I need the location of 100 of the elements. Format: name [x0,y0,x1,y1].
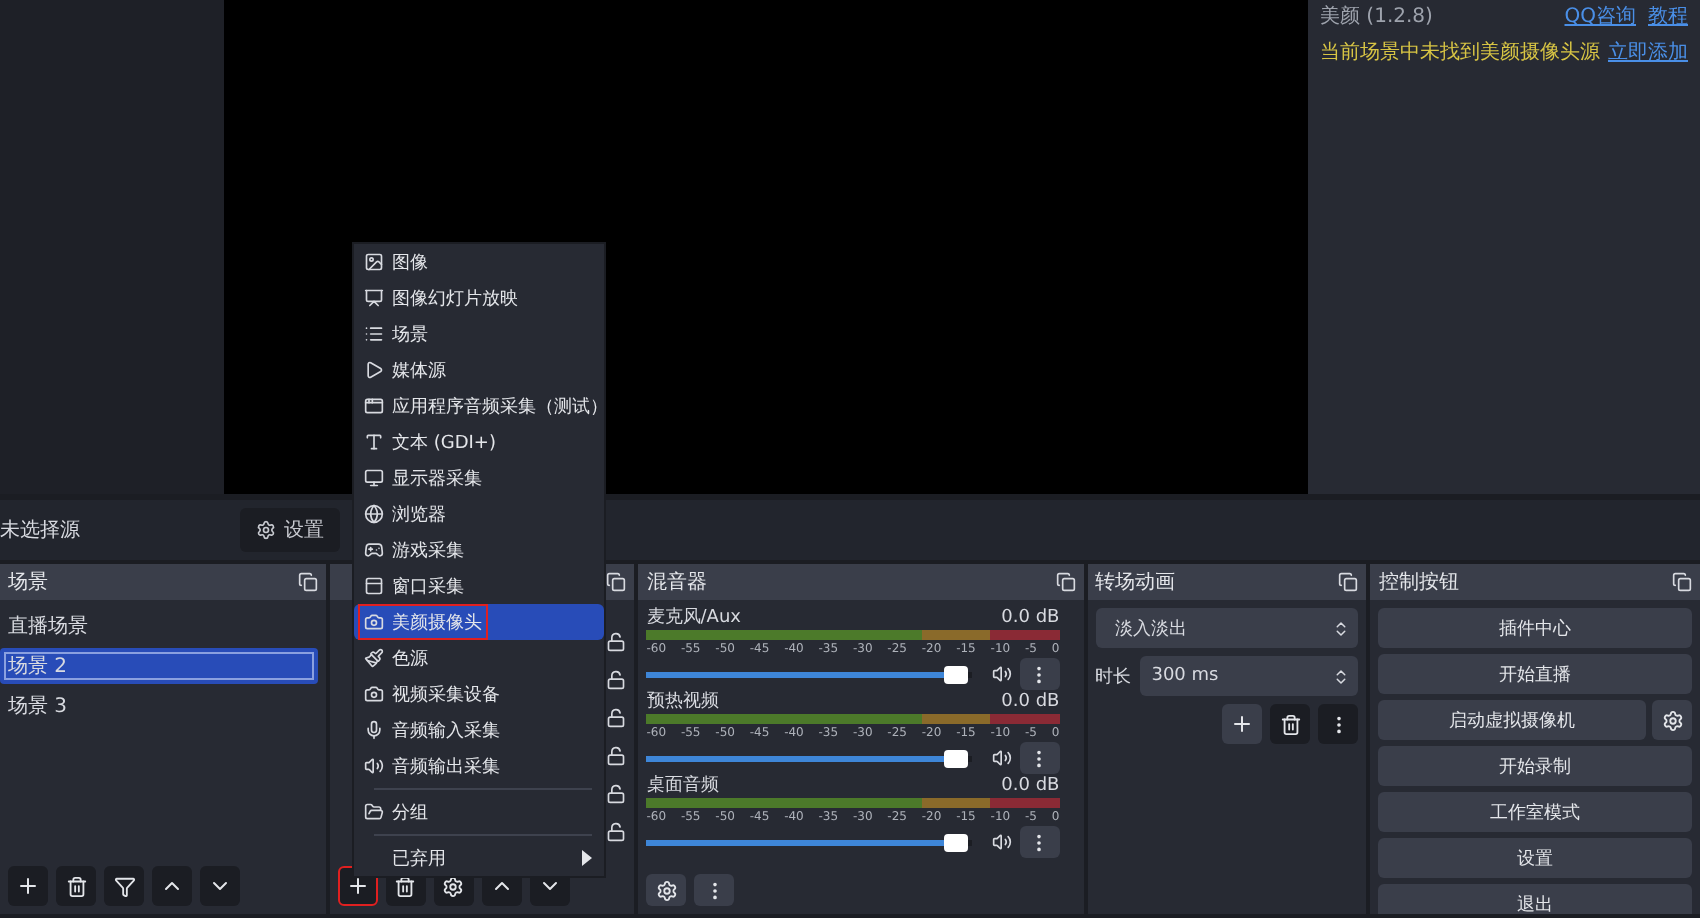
control-button[interactable]: 设置 [1378,838,1692,878]
add-button[interactable] [8,866,48,906]
slider-thumb[interactable] [943,665,968,683]
lock-icon[interactable] [606,707,627,728]
float-dock-icon[interactable] [606,572,627,592]
warning-text: 当前场景中未找到美颜摄像头源 [1320,39,1600,66]
trash-icon [65,875,87,897]
speaker-icon[interactable] [991,748,1012,768]
control-button[interactable]: 插件中心 [1378,608,1692,648]
control-button[interactable]: 开始录制 [1378,746,1692,786]
lock-icon[interactable] [606,631,627,652]
gamepad-icon [364,540,384,560]
float-dock-icon[interactable] [1055,572,1076,592]
speaker-icon [364,756,384,776]
list-icon [364,324,384,344]
transition-select[interactable]: 淡入淡出 [1095,608,1359,648]
scene-item[interactable]: 场景 3 [0,688,318,724]
channel-name: 预热视频 [646,692,719,712]
dock-title: 转场动画 [1095,570,1176,596]
gear-icon [442,875,465,897]
more-button[interactable] [1019,658,1060,690]
plus-icon [16,874,40,898]
float-dock-icon[interactable] [1672,572,1692,592]
menu-item[interactable]: 音频输入采集 [354,712,604,748]
channel-name: 麦克风/Aux [646,608,741,628]
menu-item[interactable]: 媒体源 [354,352,604,388]
monitor-icon [364,468,384,488]
camera-icon [364,612,384,632]
scene-item[interactable]: 直播场景 [0,608,318,644]
menu-item[interactable]: 分组 [354,794,604,830]
slider-thumb[interactable] [943,833,968,851]
settings-button[interactable] [646,874,687,906]
menu-item[interactable]: 浏览器 [354,496,604,532]
dock-title: 混音器 [646,569,707,596]
control-button[interactable]: 启动虚拟摄像机 [1378,700,1646,740]
plus-icon [1230,712,1255,736]
speaker-icon[interactable] [991,664,1012,684]
plugin-title: 美颜 (1.2.8) [1320,3,1433,30]
float-dock-icon[interactable] [1338,572,1359,592]
more-button[interactable] [1019,742,1060,774]
add-now-link[interactable]: 立即添加 [1608,38,1688,66]
channel-name: 桌面音频 [646,776,719,796]
folder-icon [364,802,384,822]
text-icon [364,432,384,452]
menu-item[interactable]: 显示器采集 [354,460,604,496]
slideshow-icon [364,288,384,308]
add-button[interactable] [1222,704,1263,744]
settings-button[interactable]: 设置 [240,508,340,552]
duration-label: 时长 [1095,665,1132,689]
menu-item[interactable]: 音频输出采集 [354,748,604,784]
gear-icon [655,879,678,901]
dock-title: 场景 [8,569,48,596]
trash-icon [394,875,417,897]
app-window-icon [364,396,384,416]
spinner-icon [1332,667,1351,685]
filter-icon [113,875,135,897]
float-dock-icon[interactable] [297,572,318,592]
menu-item[interactable]: 图像 [354,244,604,280]
menu-item[interactable]: 美颜摄像头 [354,604,604,640]
menu-item[interactable]: 游戏采集 [354,532,604,568]
move-down-button[interactable] [200,866,240,906]
menu-item[interactable]: 已弃用 [354,840,604,876]
window-icon [364,576,384,596]
volume-reading: 0.0 dB [1001,692,1060,712]
move-up-button[interactable] [152,866,192,906]
menu-item[interactable]: 图像幻灯片放映 [354,280,604,316]
lock-icon[interactable] [606,746,627,767]
slider-thumb[interactable] [943,749,968,767]
duration-field[interactable]: 300 ms [1139,656,1359,696]
control-button[interactable]: 工作室模式 [1378,792,1692,832]
delete-button[interactable] [1270,704,1311,744]
menu-item[interactable]: 视频采集设备 [354,676,604,712]
spinner-icon [1332,619,1351,637]
gear-icon [1661,709,1683,731]
more-button[interactable] [1318,704,1359,744]
settings-button[interactable] [1652,700,1692,740]
dock-title: 控制按钮 [1378,569,1459,596]
menu-item[interactable]: 色源 [354,640,604,676]
lock-icon[interactable] [606,669,627,690]
menu-item[interactable]: 场景 [354,316,604,352]
filter-button[interactable] [104,866,144,906]
lock-icon[interactable] [606,784,627,805]
menu-item[interactable]: 应用程序音频采集（测试） [354,388,604,424]
help-link[interactable]: 教程 [1648,2,1688,30]
more-button[interactable] [694,874,735,906]
delete-button[interactable] [56,866,96,906]
lock-icon[interactable] [606,822,627,843]
play-icon [364,360,384,380]
plus-icon [345,874,370,898]
globe-icon [364,504,384,524]
speaker-icon[interactable] [991,832,1012,852]
help-link[interactable]: QQ咨询 [1564,2,1636,30]
menu-item[interactable]: 文本 (GDI+) [354,424,604,460]
scene-item[interactable]: 场景 2 [0,648,318,684]
menu-item[interactable]: 窗口采集 [354,568,604,604]
more-button[interactable] [1019,826,1060,858]
control-button[interactable]: 开始直播 [1378,654,1692,694]
gear-icon [256,520,276,540]
microphone-icon [364,720,384,740]
volume-reading: 0.0 dB [1001,608,1060,628]
